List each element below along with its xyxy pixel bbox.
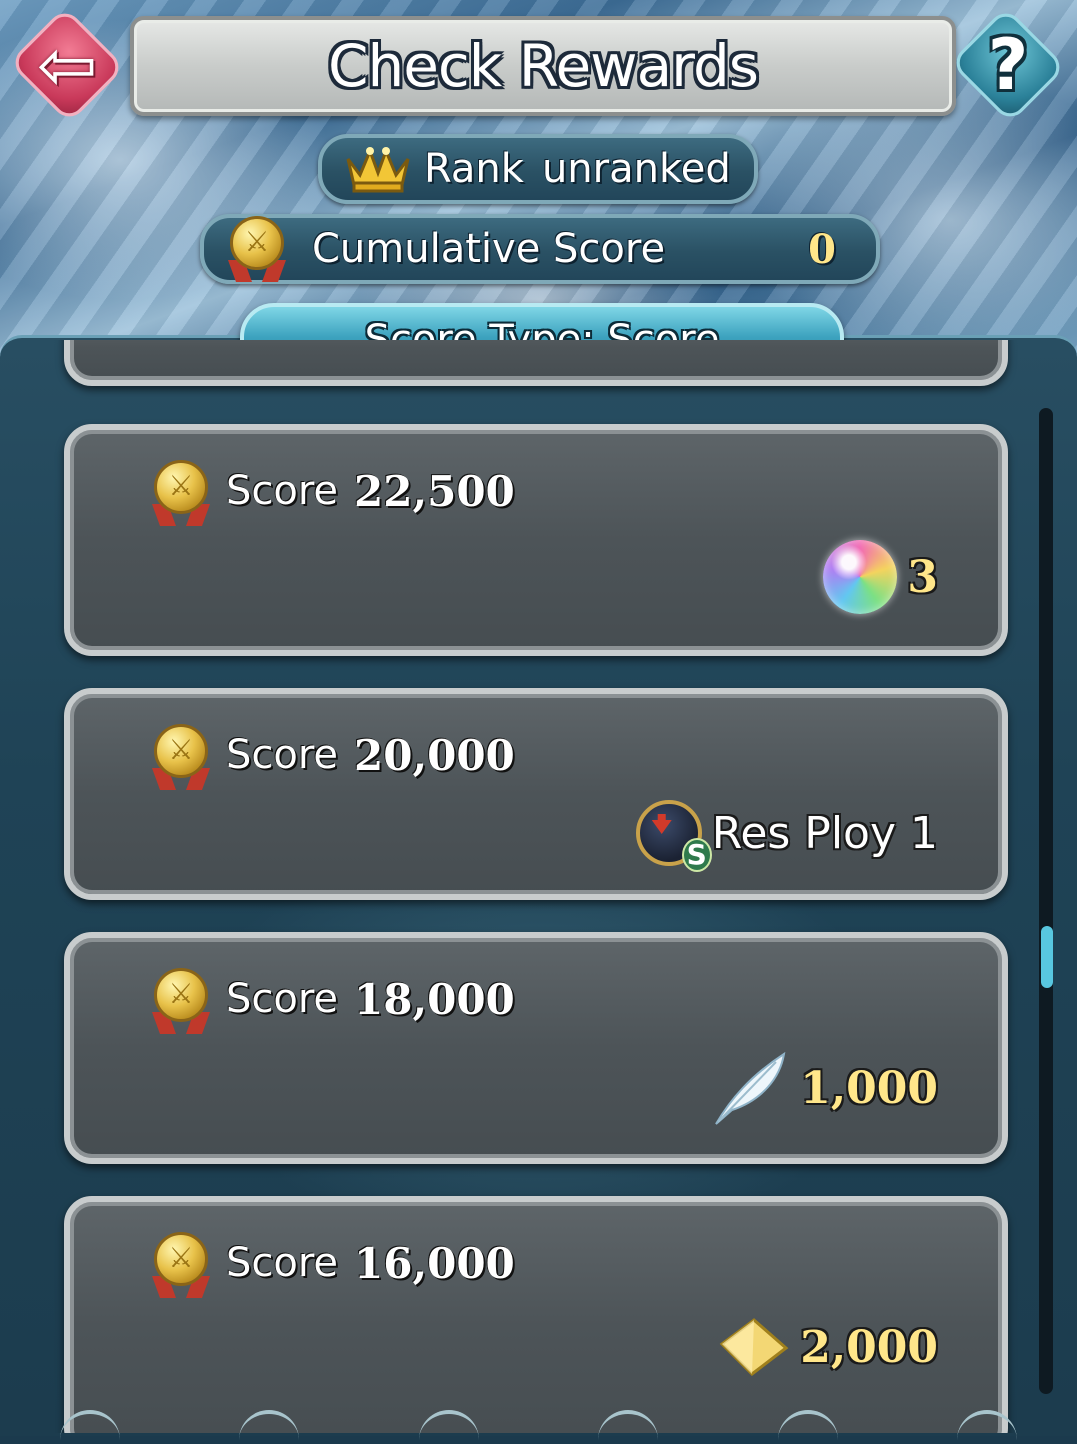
feather-icon: [710, 1048, 790, 1128]
rank-display: Rank unranked: [318, 134, 758, 204]
reward-quantity: 2,000: [800, 1321, 938, 1373]
back-arrow-icon: ⇦: [36, 23, 98, 107]
list-item: Score 16,000 2,000: [64, 1196, 1008, 1433]
reward: 3: [823, 540, 938, 614]
list-item: [64, 340, 1008, 386]
cumulative-score-value: 0: [808, 225, 836, 273]
score-amount: 18,000: [354, 974, 515, 1024]
list-item: Score 22,500 3: [64, 424, 1008, 656]
cumulative-score-display: Cumulative Score 0: [200, 214, 880, 284]
list-item: Score 20,000 Res Ploy 1: [64, 688, 1008, 900]
medal-icon: [150, 460, 212, 526]
score-label: Score: [226, 1240, 339, 1286]
medal-icon: [150, 1232, 212, 1298]
orb-icon: [823, 540, 898, 614]
scrollbar[interactable]: [1039, 408, 1053, 1394]
crown-icon: [344, 145, 412, 193]
score-label: Score: [226, 976, 339, 1022]
back-button[interactable]: ⇦: [4, 6, 130, 124]
medal-icon: [150, 968, 212, 1034]
skill-scroll-icon: [635, 800, 712, 872]
score-amount: 16,000: [354, 1238, 515, 1288]
list-item: Score 18,000 1,000: [64, 932, 1008, 1164]
rank-label: Rank: [424, 146, 524, 192]
crystal-icon: [716, 1316, 790, 1378]
reward-quantity: 1,000: [800, 1062, 938, 1114]
reward: 2,000: [716, 1316, 938, 1378]
score-label: Score: [226, 468, 339, 514]
rank-value: unranked: [541, 146, 731, 192]
medal-icon: [150, 724, 212, 790]
reward-quantity: 3: [907, 551, 938, 603]
title-bar: Check Rewards: [130, 16, 956, 116]
reward: Res Ploy 1: [635, 800, 938, 872]
scrollbar-thumb[interactable]: [1041, 926, 1053, 988]
reward-list[interactable]: Score 22,500 3 Score 20,000 Res Ploy 1 S…: [0, 340, 1077, 1433]
score-amount: 20,000: [354, 730, 515, 780]
help-button[interactable]: ?: [945, 6, 1071, 124]
reward: 1,000: [710, 1048, 938, 1128]
help-icon: ?: [987, 24, 1029, 106]
medal-icon: [226, 216, 288, 282]
score-amount: 22,500: [354, 466, 515, 516]
score-label: Score: [226, 732, 339, 778]
cumulative-score-label: Cumulative Score: [312, 226, 666, 272]
page-title: Check Rewards: [327, 32, 759, 100]
reward-name: Res Ploy 1: [711, 807, 938, 859]
